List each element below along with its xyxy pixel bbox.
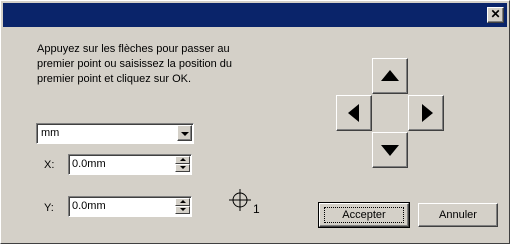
unit-select-value: mm [41,127,60,139]
y-spin-down[interactable] [175,206,190,214]
spin-down-icon [180,166,186,169]
move-left-button[interactable] [336,95,372,131]
arrow-down-icon [381,145,399,156]
y-spin-up[interactable] [175,198,190,206]
focus-rect [324,207,404,223]
spin-up-icon [180,200,186,203]
cancel-button-label: Annuler [439,209,477,221]
chevron-down-icon [181,132,189,136]
x-label: X: [44,159,55,171]
title-bar[interactable] [3,3,507,27]
arrow-right-icon [422,104,433,122]
instructions-text: Appuyez sur les flèches pour passer au p… [37,43,233,85]
crosshair-icon: 1 [229,189,260,216]
spin-down-icon [180,208,186,211]
y-label: Y: [44,202,54,214]
accept-button[interactable]: Accepter [318,202,410,228]
unit-select[interactable]: mm [36,123,194,144]
x-spin-up[interactable] [175,156,190,164]
x-field[interactable]: 0.0mm [68,154,192,175]
dialog-window: ✕ Appuyez sur les flèches pour passer au… [0,0,510,244]
x-field-value: 0.0mm [72,158,106,170]
spin-up-icon [180,158,186,161]
arrow-left-icon [348,104,359,122]
x-spinner[interactable] [175,156,190,172]
arrow-up-icon [381,70,399,81]
point-index: 1 [253,202,260,216]
x-spin-down[interactable] [175,164,190,172]
move-up-button[interactable] [372,58,408,94]
cancel-button[interactable]: Annuler [418,203,498,227]
y-spinner[interactable] [175,198,190,214]
move-right-button[interactable] [408,95,444,131]
y-field[interactable]: 0.0mm [68,196,192,217]
unit-dropdown-button[interactable] [177,125,192,141]
close-icon: ✕ [490,7,501,21]
move-down-button[interactable] [372,132,408,168]
close-button[interactable]: ✕ [487,7,504,23]
y-field-value: 0.0mm [72,200,106,212]
